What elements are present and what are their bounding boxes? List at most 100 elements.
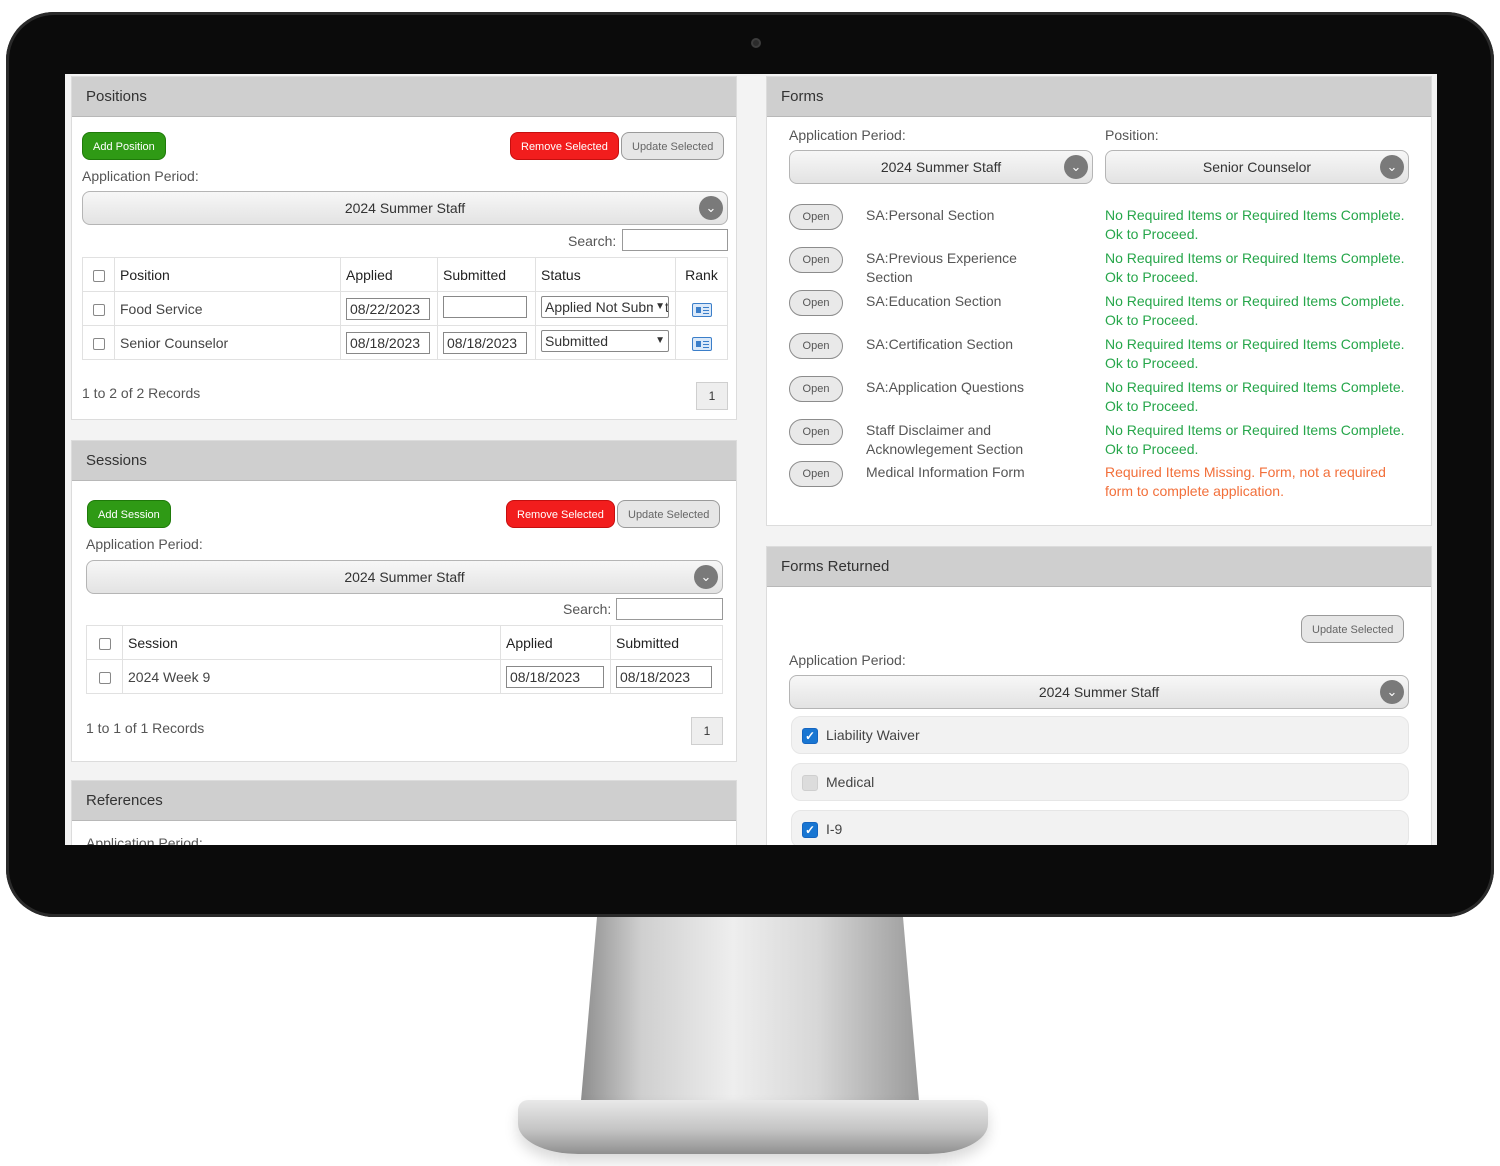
applied-date-input[interactable]: 08/18/2023 (506, 665, 604, 688)
search-label: Search: (568, 233, 617, 249)
positions-panel: Positions Add Position Remove Selected U… (71, 76, 737, 420)
table-header-row: Session Applied Submitted (86, 625, 723, 660)
chevron-down-icon: ⌄ (1064, 155, 1088, 179)
application-period-value: 2024 Summer Staff (344, 569, 465, 585)
page-1-button[interactable]: 1 (696, 382, 728, 410)
status-value: Submitted (545, 333, 609, 349)
application-period-value: 2024 Summer Staff (1038, 684, 1160, 700)
form-status: No Required Items or Required Items Comp… (1105, 422, 1405, 457)
row-checkbox[interactable] (98, 671, 111, 684)
open-form-button[interactable]: Open (789, 461, 843, 487)
records-count: 1 to 1 of 1 Records (86, 720, 205, 736)
application-period-value: 2024 Summer Staff (880, 159, 1002, 175)
position-name: Senior Counselor (114, 325, 341, 360)
open-form-button[interactable]: Open (789, 290, 843, 316)
open-form-button[interactable]: Open (789, 419, 843, 445)
position-label: Position: (1105, 127, 1159, 143)
checkbox[interactable]: ✓ (802, 728, 818, 744)
checkbox[interactable]: ✓ (802, 822, 818, 838)
form-name: Medical Information Form (866, 464, 1025, 480)
application-period-select[interactable]: 2024 Summer Staff ⌄ (789, 675, 1409, 709)
rank-card-icon[interactable] (691, 302, 712, 317)
forms-title: Forms (767, 77, 1431, 117)
chevron-down-icon: ⌄ (699, 196, 723, 220)
form-returned-item[interactable]: ✓ I-9 (791, 810, 1409, 845)
open-form-button[interactable]: Open (789, 204, 843, 230)
remove-selected-button[interactable]: Remove Selected (506, 500, 615, 528)
references-panel: References Application Period: (71, 780, 737, 845)
column-header: Rank (675, 257, 728, 292)
application-period-label: Application Period: (82, 168, 199, 184)
form-name: SA:Certification Section (866, 336, 1014, 352)
update-selected-button[interactable]: Update Selected (621, 132, 725, 160)
form-returned-label: Liability Waiver (826, 727, 920, 743)
table-row: 2024 Week 9 08/18/2023 08/18/2023 (86, 659, 723, 694)
application-period-value: 2024 Summer Staff (344, 200, 466, 216)
app-screen: Positions Add Position Remove Selected U… (65, 74, 1437, 845)
select-all-checkbox[interactable] (98, 637, 111, 650)
submitted-date-input[interactable] (443, 296, 527, 318)
form-status: No Required Items or Required Items Comp… (1105, 207, 1405, 242)
forms-panel: Forms Application Period: Position: 2024… (766, 76, 1432, 526)
column-header: Position (114, 257, 341, 292)
open-form-button[interactable]: Open (789, 376, 843, 402)
remove-selected-button[interactable]: Remove Selected (510, 132, 619, 160)
form-name: SA:Education Section (866, 293, 1002, 309)
chevron-down-icon: ⌄ (1380, 680, 1404, 704)
update-selected-button[interactable]: Update Selected (1301, 615, 1405, 643)
positions-title: Positions (72, 77, 736, 117)
session-name: 2024 Week 9 (122, 659, 501, 694)
status-select[interactable]: Applied Not Submitted▼ (541, 296, 669, 318)
application-period-label: Application Period: (789, 127, 906, 143)
page-1-button[interactable]: 1 (691, 717, 723, 745)
rank-card-icon[interactable] (691, 336, 712, 351)
form-returned-item[interactable]: ✓ Liability Waiver (791, 716, 1409, 754)
chevron-down-icon: ⌄ (1380, 155, 1404, 179)
status-value: Applied Not Submitted (545, 299, 669, 315)
applied-date-input[interactable]: 08/22/2023 (346, 297, 430, 320)
form-status: No Required Items or Required Items Comp… (1105, 336, 1405, 371)
application-period-select[interactable]: 2024 Summer Staff ⌄ (789, 150, 1093, 184)
monitor-stand-neck (580, 917, 920, 1112)
application-period-select[interactable]: 2024 Summer Staff ⌄ (86, 560, 723, 594)
submitted-date-input[interactable]: 08/18/2023 (616, 665, 712, 688)
search-input[interactable] (616, 598, 723, 620)
sessions-title: Sessions (72, 441, 736, 481)
open-form-button[interactable]: Open (789, 247, 843, 273)
row-checkbox[interactable] (92, 337, 105, 350)
status-select[interactable]: Submitted ▼ (541, 330, 669, 352)
form-status: No Required Items or Required Items Comp… (1105, 379, 1405, 414)
application-period-label: Application Period: (789, 652, 906, 668)
application-period-label: Application Period: (86, 536, 203, 552)
form-name: Staff Disclaimer and Acknowlegement Sect… (866, 422, 1024, 457)
add-position-button[interactable]: Add Position (82, 132, 166, 160)
column-header: Submitted (437, 257, 536, 292)
open-form-button[interactable]: Open (789, 333, 843, 359)
dropdown-arrow-icon: ▼ (653, 297, 665, 317)
add-session-button[interactable]: Add Session (87, 500, 171, 528)
form-status: No Required Items or Required Items Comp… (1105, 250, 1405, 285)
table-header-row: Position Applied Submitted Status Rank (82, 257, 728, 292)
column-header: Applied (340, 257, 438, 292)
position-select[interactable]: Senior Counselor ⌄ (1105, 150, 1409, 184)
position-name: Food Service (114, 291, 341, 326)
submitted-date-input[interactable]: 08/18/2023 (443, 331, 527, 354)
records-count: 1 to 2 of 2 Records (82, 385, 201, 401)
applied-date-input[interactable]: 08/18/2023 (346, 331, 430, 354)
row-checkbox[interactable] (92, 303, 105, 316)
forms-returned-panel: Forms Returned Update Selected Applicati… (766, 546, 1432, 845)
application-period-select[interactable]: 2024 Summer Staff ⌄ (82, 191, 728, 225)
form-returned-item[interactable]: Medical (791, 763, 1409, 801)
update-selected-button[interactable]: Update Selected (617, 500, 721, 528)
positions-table: Position Applied Submitted Status Rank F… (82, 257, 728, 360)
form-status: Required Items Missing. Form, not a requ… (1105, 464, 1386, 499)
sessions-panel: Sessions Add Session Remove Selected Upd… (71, 440, 737, 762)
column-header: Status (535, 257, 676, 292)
search-input[interactable] (622, 229, 728, 251)
webcam-icon (751, 38, 761, 48)
form-returned-label: I-9 (826, 821, 843, 837)
select-all-checkbox[interactable] (92, 269, 105, 282)
form-returned-label: Medical (826, 774, 875, 790)
table-row: Senior Counselor 08/18/2023 08/18/2023 S… (82, 325, 728, 360)
checkbox[interactable] (802, 775, 818, 791)
